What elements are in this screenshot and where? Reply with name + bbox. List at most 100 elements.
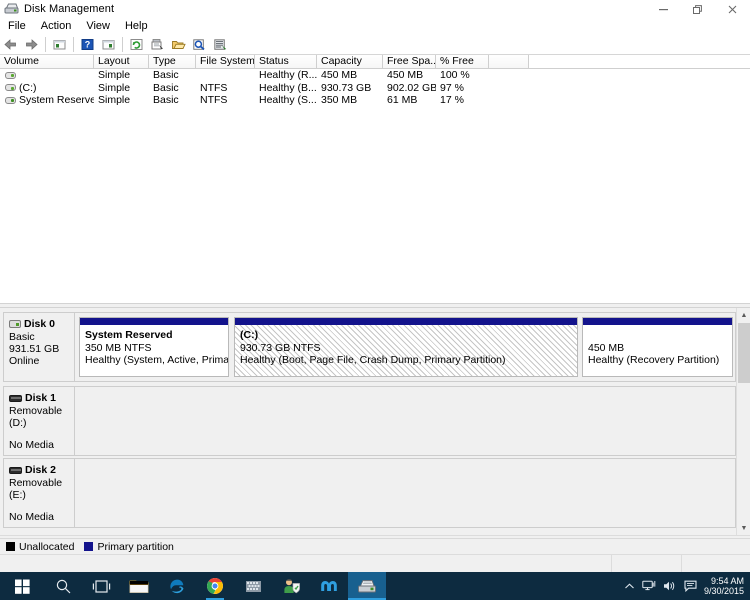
legend-label: Primary partition	[97, 540, 174, 553]
disk-line2: Removable (D:)	[9, 405, 63, 429]
column-header-free-spa[interactable]: Free Spa...	[383, 55, 436, 68]
forward-arrow-icon[interactable]	[22, 35, 41, 54]
taskbar-clock[interactable]: 9:54 AM 9/30/2015	[704, 576, 744, 596]
cell-status: Healthy (R...	[259, 69, 317, 82]
volume-list-pane: Volume Layout Type File System Status Capacit…	[0, 55, 750, 303]
volume-drive-icon	[5, 84, 16, 92]
partition-status: Healthy (Boot, Page File, Crash Dump, Pr…	[240, 354, 506, 366]
table-row[interactable]: (C:) Simple Basic NTFS Healthy (B... 930.73 G…	[0, 82, 750, 95]
refresh-icon[interactable]	[127, 35, 146, 54]
legend-swatch	[6, 542, 15, 551]
help-icon[interactable]: ?	[78, 35, 97, 54]
up-one-level-icon[interactable]	[50, 35, 69, 54]
all-tasks-icon[interactable]	[211, 35, 230, 54]
properties-icon[interactable]	[148, 35, 167, 54]
cell-layout: Simple	[98, 81, 131, 94]
cell-volume: System Reserved	[0, 94, 94, 106]
removable-disk-icon	[9, 394, 22, 402]
column-header-volume[interactable]: Volume	[0, 55, 94, 68]
cell-free-space: 450 MB	[387, 69, 424, 82]
disk-row[interactable]: Disk 0 Basic 931.51 GB Online System Reserve…	[3, 312, 736, 382]
disk-graphics-canvas: Disk 0 Basic 931.51 GB Online System Reserve…	[0, 308, 736, 535]
column-header-status[interactable]: Status	[255, 55, 317, 68]
partition-color-bar	[235, 318, 577, 325]
cell-percent-free: 17 %	[440, 94, 464, 107]
google-chrome-icon[interactable]	[196, 572, 234, 600]
partition-body: (C:) 930.73 GB NTFS Healthy (Boot, Page Fi…	[235, 325, 577, 376]
scroll-down-arrow-icon[interactable]: ▼	[737, 521, 750, 535]
legend-item: Unallocated	[6, 541, 74, 553]
task-view-icon[interactable]	[82, 572, 120, 600]
column-header-capacity[interactable]: Capacity	[317, 55, 383, 68]
minimize-button[interactable]	[646, 0, 680, 18]
menu-help[interactable]: Help	[118, 18, 155, 34]
legend-swatch	[84, 542, 94, 551]
disk-info-disk-2[interactable]: Disk 2 Removable (E:) No Media	[3, 458, 75, 528]
disk-partition-area[interactable]	[75, 386, 736, 456]
partition-body: System Reserved 350 MB NTFS Healthy (Syste…	[80, 325, 228, 376]
action-center-icon[interactable]	[684, 580, 697, 592]
menu-bar: File Action View Help	[0, 18, 750, 34]
show-hide-tree-icon[interactable]	[99, 35, 118, 54]
column-header-layout[interactable]: Layout	[94, 55, 149, 68]
partition-block[interactable]: System Reserved 350 MB NTFS Healthy (Syste…	[79, 317, 229, 377]
partition-legend: Unallocated Primary partition	[0, 538, 750, 554]
column-header-blank[interactable]	[489, 55, 529, 68]
column-header-type[interactable]: Type	[149, 55, 196, 68]
volume-list-body[interactable]: Simple Basic Healthy (R... 450 MB 450 MB 100 …	[0, 69, 750, 107]
cell-percent-free: 100 %	[440, 69, 470, 82]
cell-volume	[0, 71, 94, 79]
volume-icon[interactable]	[663, 580, 677, 592]
show-hidden-icons-icon[interactable]	[624, 581, 635, 592]
partition-size: 930.73 GB NTFS	[240, 341, 321, 354]
column-header-free[interactable]: % Free	[436, 55, 489, 68]
windows-store-icon[interactable]	[234, 572, 272, 600]
network-icon[interactable]	[642, 580, 656, 592]
cell-volume-label: System Reserved	[19, 94, 94, 107]
clock-date: 9/30/2015	[703, 586, 744, 596]
disk-management-window: Disk Management File Action View Help ? …	[0, 0, 750, 600]
windows-taskbar: 9:54 AM 9/30/2015	[0, 572, 750, 600]
table-row[interactable]: System Reserved Simple Basic NTFS Healthy (S…	[0, 94, 750, 107]
title-bar: Disk Management	[0, 0, 750, 18]
malwarebytes-icon[interactable]	[310, 572, 348, 600]
disk-graphics-pane: Disk 0 Basic 931.51 GB Online System Reserve…	[0, 308, 750, 535]
table-row[interactable]: Simple Basic Healthy (R... 450 MB 450 MB 100 …	[0, 69, 750, 82]
toolbar: ?	[0, 34, 750, 55]
disk-partition-area[interactable]	[75, 458, 736, 528]
window-controls	[646, 0, 750, 18]
disk-info-disk-1[interactable]: Disk 1 Removable (D:) No Media	[3, 386, 75, 456]
search-icon[interactable]	[44, 572, 82, 600]
restore-button[interactable]	[680, 0, 714, 18]
start-button[interactable]	[0, 572, 44, 600]
partition-label: System Reserved	[85, 329, 173, 341]
disk-line4: No Media	[9, 439, 54, 451]
partition-block[interactable]: 450 MB Healthy (Recovery Partition)	[582, 317, 733, 377]
menu-action[interactable]: Action	[34, 18, 79, 34]
disk-row[interactable]: Disk 2 Removable (E:) No Media	[3, 458, 736, 528]
disk-line4: No Media	[9, 511, 54, 523]
disk-line2: Removable (E:)	[9, 477, 63, 501]
close-button[interactable]	[714, 0, 750, 18]
back-arrow-icon[interactable]	[1, 35, 20, 54]
microsoft-edge-icon[interactable]	[158, 572, 196, 600]
menu-file[interactable]: File	[1, 18, 33, 34]
file-explorer-icon[interactable]	[120, 572, 158, 600]
security-app-icon[interactable]	[272, 572, 310, 600]
disk-management-taskbar-icon[interactable]	[348, 572, 386, 600]
vertical-scrollbar-thumb[interactable]	[738, 323, 750, 383]
scroll-up-arrow-icon[interactable]: ▲	[737, 308, 750, 322]
vertical-scrollbar[interactable]: ▲ ▼	[736, 308, 750, 535]
partition-block[interactable]: (C:) 930.73 GB NTFS Healthy (Boot, Page Fi…	[234, 317, 578, 377]
disk-info-disk-0[interactable]: Disk 0 Basic 931.51 GB Online	[3, 312, 75, 382]
open-folder-icon[interactable]	[169, 35, 188, 54]
column-header-file-system[interactable]: File System	[196, 55, 255, 68]
disk-partition-area[interactable]: System Reserved 350 MB NTFS Healthy (Syste…	[75, 312, 736, 382]
window-title: Disk Management	[24, 3, 115, 15]
volume-drive-icon	[5, 71, 16, 79]
menu-view[interactable]: View	[79, 18, 117, 34]
disk-row[interactable]: Disk 1 Removable (D:) No Media	[3, 386, 736, 456]
legend-label: Unallocated	[19, 540, 75, 553]
cell-layout: Simple	[98, 94, 131, 107]
rescan-disks-icon[interactable]	[190, 35, 209, 54]
